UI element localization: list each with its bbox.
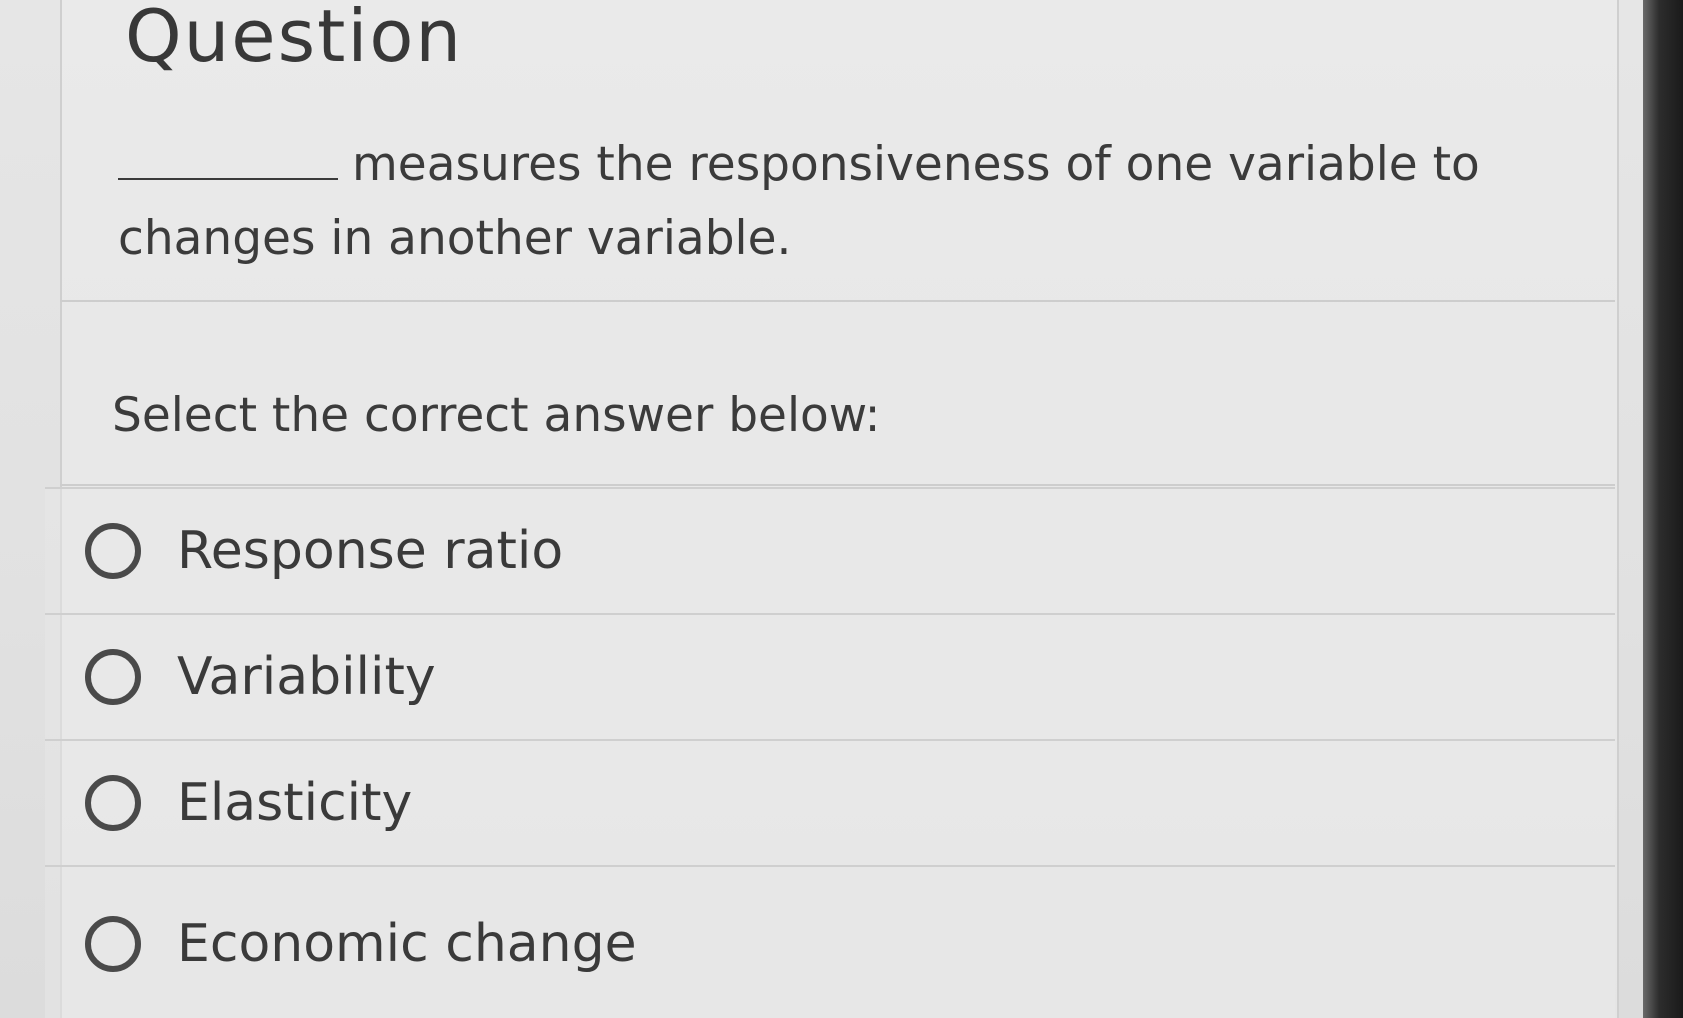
radio-button-icon[interactable] — [85, 523, 141, 579]
answer-option-elasticity[interactable]: Elasticity — [45, 739, 1615, 865]
answer-option-label: Elasticity — [177, 773, 413, 833]
radio-button-icon[interactable] — [85, 775, 141, 831]
section-divider — [60, 300, 1615, 302]
fill-in-blank — [118, 138, 338, 180]
radio-button-icon[interactable] — [85, 915, 141, 972]
answer-option-label: Response ratio — [177, 521, 564, 581]
answer-option-economic-change[interactable]: Economic change — [45, 865, 1615, 1018]
answer-option-response-ratio[interactable]: Response ratio — [45, 487, 1615, 613]
answer-instruction: Select the correct answer below: — [112, 388, 881, 443]
answer-option-variability[interactable]: Variability — [45, 613, 1615, 739]
question-heading: Question — [125, 0, 464, 78]
question-prompt: measures the responsiveness of one varia… — [118, 128, 1498, 276]
answer-option-label: Economic change — [177, 913, 637, 974]
quiz-screen: Question measures the responsiveness of … — [0, 0, 1683, 1018]
radio-button-icon[interactable] — [85, 649, 141, 705]
answer-option-label: Variability — [177, 647, 436, 707]
device-bezel — [1643, 0, 1683, 1018]
section-divider — [60, 484, 1615, 486]
